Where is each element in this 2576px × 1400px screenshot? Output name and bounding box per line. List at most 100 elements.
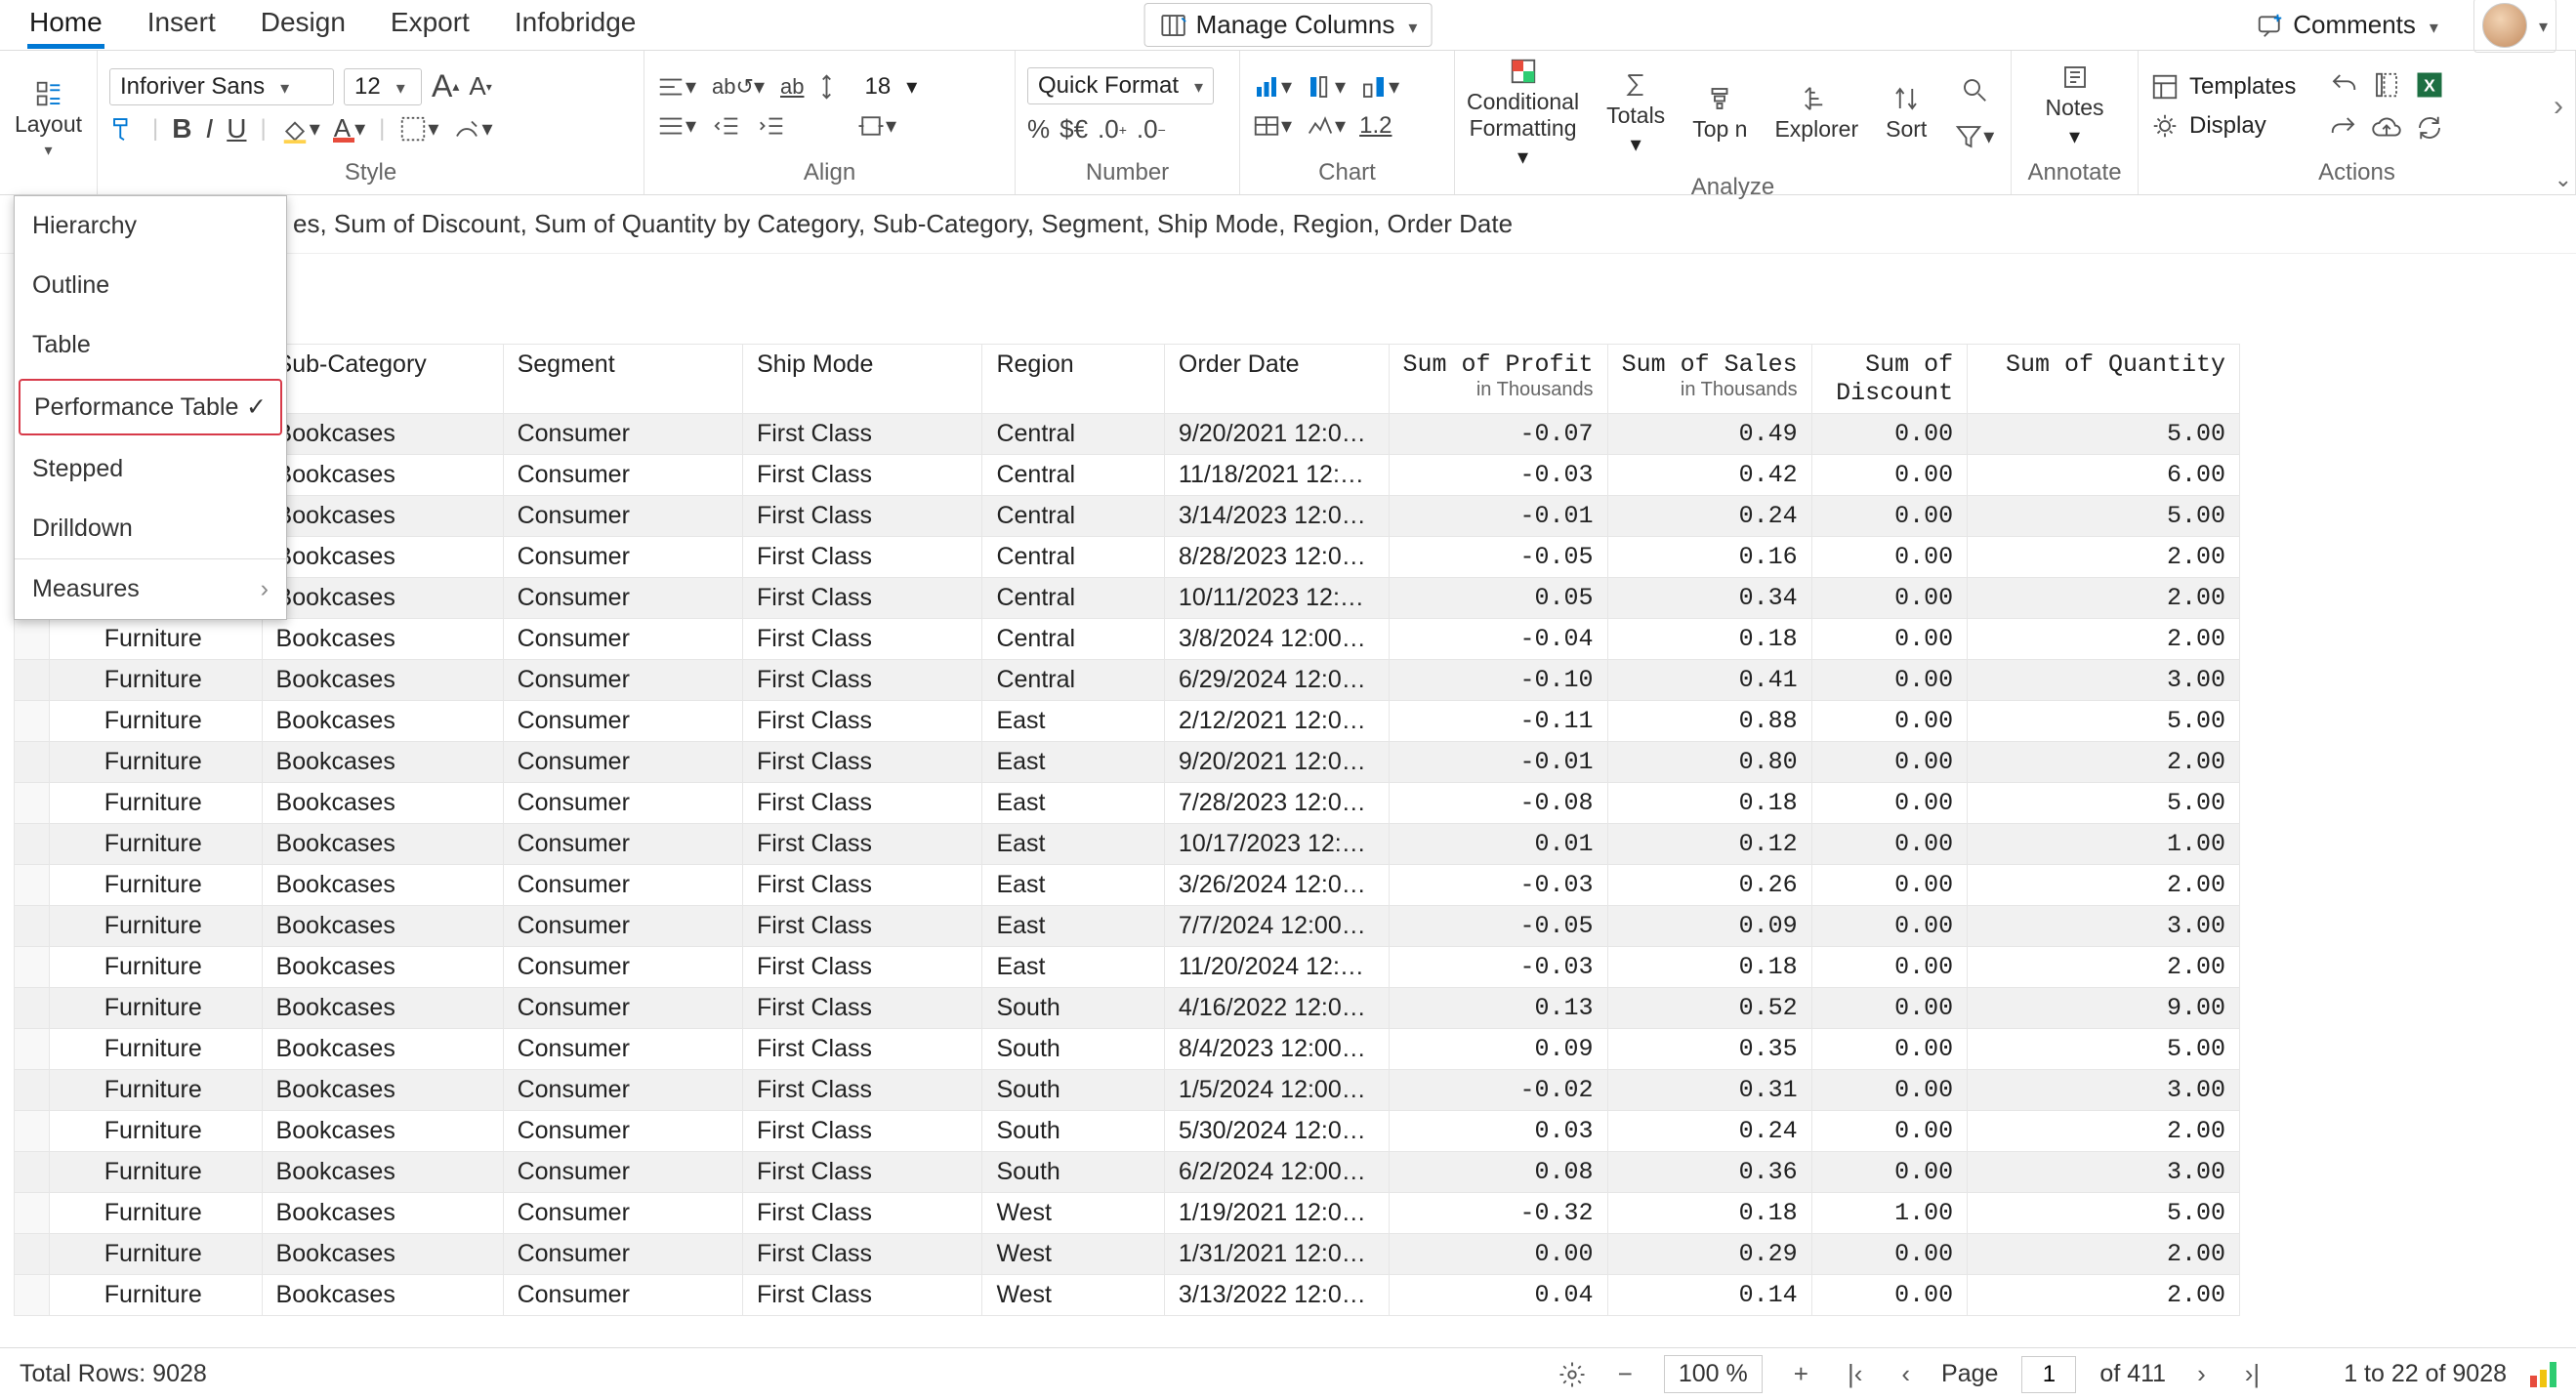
display-icon[interactable]	[2150, 111, 2180, 141]
redo-icon[interactable]	[2329, 113, 2358, 143]
filter-icon[interactable]: ▾	[1954, 122, 1994, 151]
excel-export-icon[interactable]: X	[2415, 70, 2444, 100]
conditional-formatting-button[interactable]: Conditional Formatting▾	[1467, 57, 1579, 170]
table-row[interactable]: FurnitureBookcasesConsumerFirst ClassWes…	[15, 1193, 2240, 1234]
col-header-subcat[interactable]: Sub-Category	[262, 345, 503, 414]
layout-button[interactable]: Layout ▾	[15, 79, 82, 160]
topn-button[interactable]: Top n	[1692, 84, 1747, 143]
decrease-font-icon[interactable]: A▾	[469, 68, 491, 105]
align-left-icon[interactable]: ▾	[656, 72, 696, 102]
sparkline-icon[interactable]: ▾	[1306, 111, 1346, 141]
col-header-discount[interactable]: Sum ofDiscount	[1811, 345, 1968, 414]
table-row[interactable]: BookcasesConsumerFirst ClassCentral11/18…	[15, 455, 2240, 496]
zoom-in-button[interactable]: +	[1786, 1355, 1816, 1393]
templates-label[interactable]: Templates	[2189, 73, 2296, 101]
tab-home[interactable]: Home	[27, 1, 104, 49]
bold-icon[interactable]: B	[172, 113, 191, 144]
table-row[interactable]: FurnitureBookcasesConsumerFirst ClassSou…	[15, 1070, 2240, 1111]
clear-format-icon[interactable]: ▾	[452, 114, 492, 144]
rail-toggle-icon[interactable]	[2372, 70, 2401, 100]
table-row[interactable]: FurnitureBookcasesConsumerFirst ClassEas…	[15, 783, 2240, 824]
decrease-indent-icon[interactable]	[712, 111, 741, 141]
prev-page-button[interactable]: ‹	[1893, 1355, 1918, 1393]
col-header-orderdate[interactable]: Order Date	[1164, 345, 1389, 414]
table-row[interactable]: FurnitureBookcasesConsumerFirst ClassEas…	[15, 701, 2240, 742]
col-header-profit[interactable]: Sum of Profitin Thousands	[1389, 345, 1607, 414]
overflow-arrow-icon[interactable]: ›	[2554, 90, 2563, 123]
layout-menu-measures[interactable]: Measures›	[15, 558, 286, 619]
percent-icon[interactable]: %	[1027, 114, 1050, 144]
variance-chart-icon[interactable]: ▾	[1359, 72, 1399, 102]
col-header-region[interactable]: Region	[982, 345, 1164, 414]
layout-menu-outline[interactable]: Outline	[15, 256, 286, 315]
table-row[interactable]: FurnitureBookcasesConsumerFirst ClassEas…	[15, 906, 2240, 947]
sort-button[interactable]: Sort	[1886, 84, 1927, 143]
table-row[interactable]: BookcasesConsumerFirst ClassCentral3/14/…	[15, 496, 2240, 537]
valign-icon[interactable]: ▾	[656, 111, 696, 141]
comments-button[interactable]: Comments	[2242, 4, 2452, 46]
table-row[interactable]: FurnitureBookcasesConsumerFirst ClassEas…	[15, 742, 2240, 783]
format-painter-icon[interactable]	[109, 114, 139, 144]
column-width-icon[interactable]: ▾	[1306, 72, 1346, 102]
table-row[interactable]: FurnitureBookcasesConsumerFirst ClassCen…	[15, 578, 2240, 619]
table-row[interactable]: FurnitureBookcasesConsumerFirst ClassSou…	[15, 1152, 2240, 1193]
table-row[interactable]: FurnitureBookcasesConsumerFirst ClassEas…	[15, 865, 2240, 906]
autofit-icon[interactable]: ▾	[856, 111, 896, 141]
search-icon[interactable]	[1954, 75, 1994, 104]
table-row[interactable]: FurnitureBookcasesConsumerFirst ClassEas…	[15, 824, 2240, 865]
templates-icon[interactable]	[2150, 72, 2180, 102]
underline-icon[interactable]: U	[227, 113, 246, 144]
quick-format-dropdown[interactable]: Quick Format	[1027, 67, 1214, 104]
notes-button[interactable]: Notes▾	[2045, 62, 2103, 149]
tab-insert[interactable]: Insert	[145, 1, 218, 49]
settings-gear-icon[interactable]	[1558, 1360, 1587, 1389]
tab-design[interactable]: Design	[259, 1, 348, 49]
table-row[interactable]: FurnitureBookcasesConsumerFirst ClassCen…	[15, 619, 2240, 660]
user-avatar-button[interactable]	[2473, 0, 2556, 53]
underline-value-icon[interactable]: 1.2	[1359, 112, 1392, 140]
decrease-decimal-icon[interactable]: .0−	[1137, 114, 1166, 144]
table-row[interactable]: BookcasesConsumerFirst ClassCentral9/20/…	[15, 414, 2240, 455]
tab-infobridge[interactable]: Infobridge	[513, 1, 639, 49]
wrap-text-icon[interactable]: ab	[780, 74, 804, 100]
col-header-sales[interactable]: Sum of Salesin Thousands	[1607, 345, 1811, 414]
col-header-segment[interactable]: Segment	[503, 345, 742, 414]
table-row[interactable]: FurnitureBookcasesConsumerFirst ClassCen…	[15, 660, 2240, 701]
display-label[interactable]: Display	[2189, 112, 2266, 140]
bar-chart-icon[interactable]: ▾	[1252, 72, 1292, 102]
last-page-button[interactable]: ›|	[2237, 1355, 2267, 1393]
layout-menu-hierarchy[interactable]: Hierarchy	[15, 196, 286, 256]
font-family-dropdown[interactable]: Inforiver Sans	[109, 68, 334, 105]
increase-indent-icon[interactable]	[757, 111, 786, 141]
increase-decimal-icon[interactable]: .0+	[1098, 114, 1127, 144]
table-row[interactable]: FurnitureBookcasesConsumerFirst ClassWes…	[15, 1275, 2240, 1316]
table-row[interactable]: BookcasesConsumerFirst ClassCentral8/28/…	[15, 537, 2240, 578]
refresh-icon[interactable]	[2415, 113, 2444, 143]
fill-color-icon[interactable]: ▾	[280, 114, 320, 144]
first-page-button[interactable]: |‹	[1840, 1355, 1870, 1393]
currency-icon[interactable]: $€	[1059, 114, 1088, 144]
orientation-ab-icon[interactable]: ab↺▾	[712, 74, 765, 100]
col-header-qty[interactable]: Sum of Quantity	[1968, 345, 2240, 414]
font-size-dropdown[interactable]: 12	[344, 68, 422, 105]
explorer-button[interactable]: Explorer	[1774, 84, 1858, 143]
layout-menu-drilldown[interactable]: Drilldown	[15, 499, 286, 558]
table-row[interactable]: FurnitureBookcasesConsumerFirst ClassSou…	[15, 988, 2240, 1029]
manage-columns-button[interactable]: Manage Columns	[1144, 3, 1433, 47]
col-header-ship[interactable]: Ship Mode	[742, 345, 982, 414]
tab-export[interactable]: Export	[389, 1, 472, 49]
cloud-upload-icon[interactable]	[2372, 113, 2401, 143]
undo-icon[interactable]	[2329, 70, 2358, 100]
next-page-button[interactable]: ›	[2189, 1355, 2214, 1393]
ribbon-collapse-icon[interactable]: ⌄	[2555, 167, 2572, 192]
table-row[interactable]: FurnitureBookcasesConsumerFirst ClassSou…	[15, 1029, 2240, 1070]
layout-menu-performance-table[interactable]: Performance Table✓	[19, 379, 282, 435]
table-row[interactable]: FurnitureBookcasesConsumerFirst ClassWes…	[15, 1234, 2240, 1275]
page-input[interactable]	[2021, 1356, 2076, 1393]
table-chart-icon[interactable]: ▾	[1252, 111, 1292, 141]
increase-font-icon[interactable]: A▴	[432, 68, 459, 105]
layout-menu-stepped[interactable]: Stepped	[15, 439, 286, 499]
line-height-icon[interactable]	[819, 72, 849, 102]
borders-icon[interactable]: ▾	[398, 114, 438, 144]
table-row[interactable]: FurnitureBookcasesConsumerFirst ClassEas…	[15, 947, 2240, 988]
